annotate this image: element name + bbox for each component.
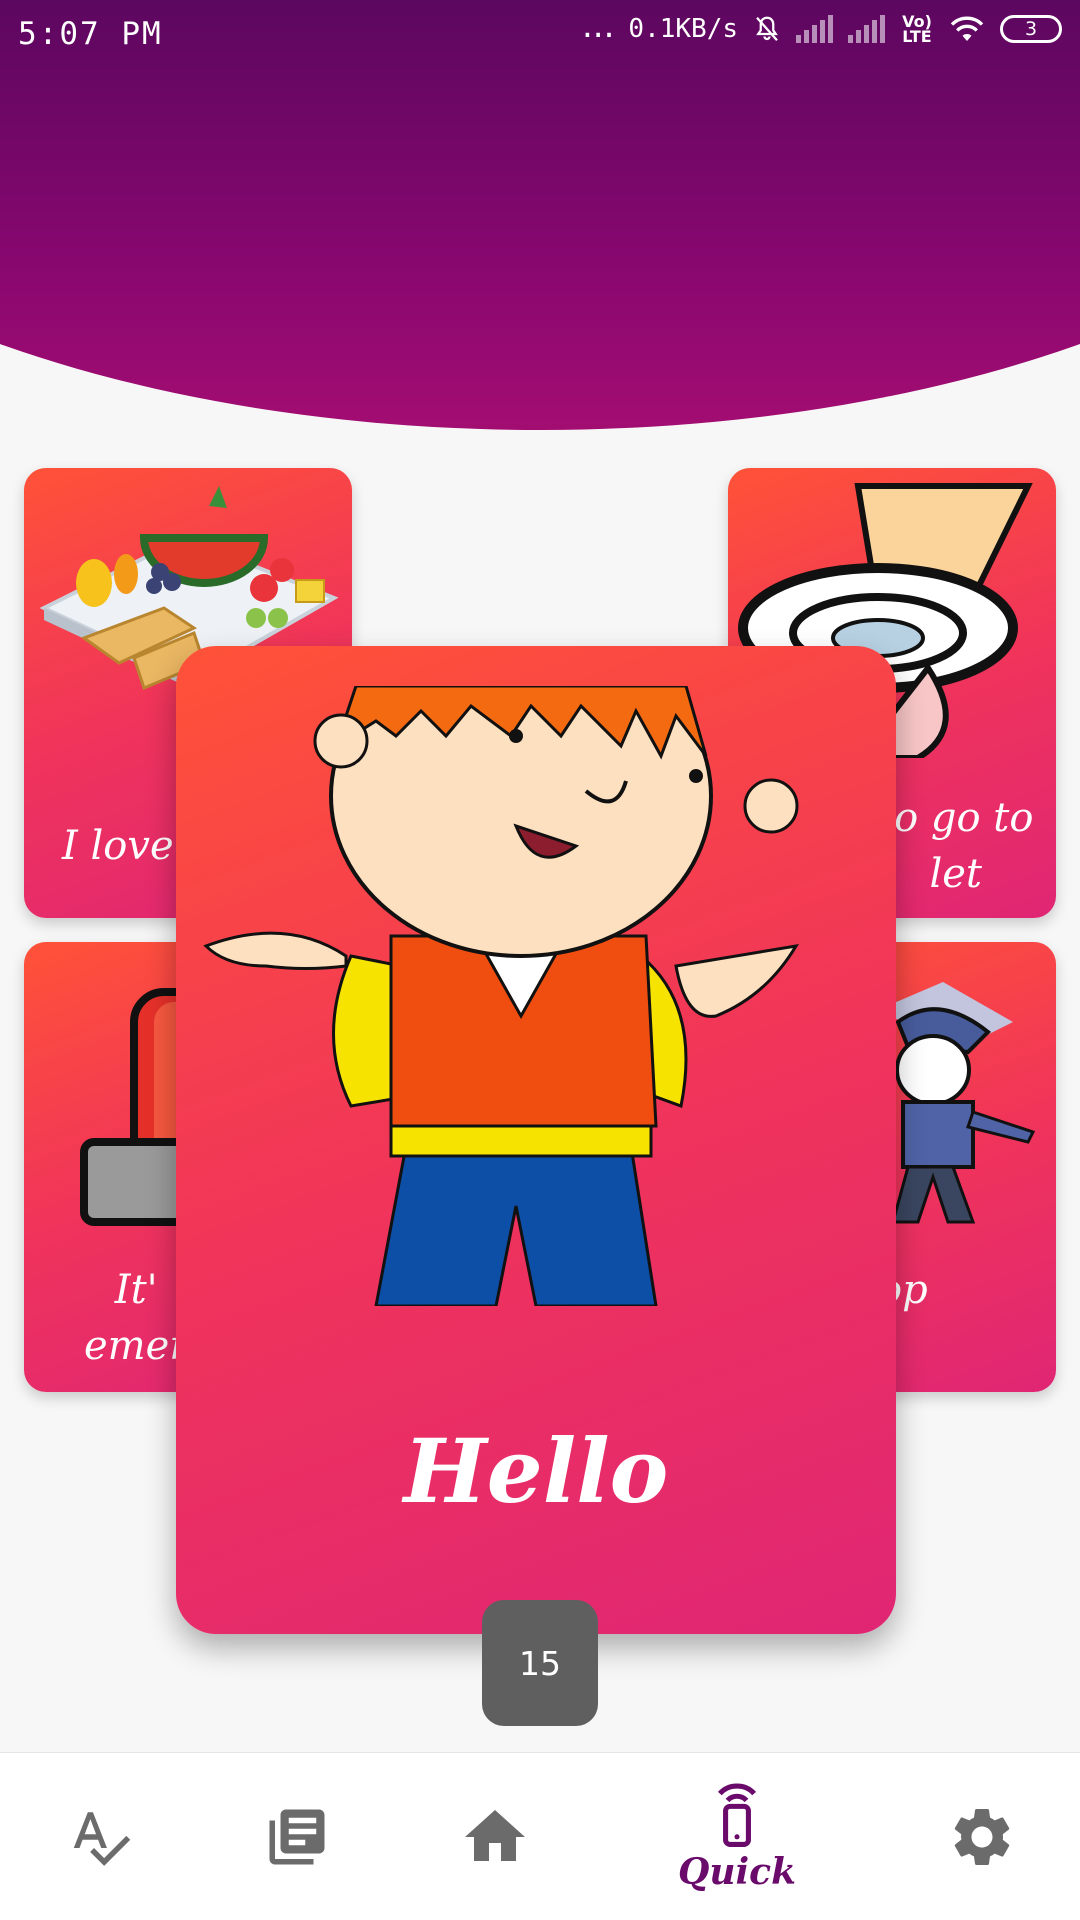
signal-1-icon bbox=[796, 15, 833, 43]
main-card-label: Hello bbox=[403, 1419, 669, 1523]
battery-icon: 3 bbox=[1000, 15, 1062, 43]
quick-remote-icon bbox=[717, 1783, 757, 1847]
nav-library[interactable] bbox=[217, 1753, 377, 1920]
more-icon: ... bbox=[581, 6, 615, 46]
nav-quick[interactable]: Quick bbox=[657, 1753, 817, 1920]
home-icon bbox=[465, 1810, 525, 1861]
volte-badge: Vo) LTE bbox=[902, 12, 932, 46]
card-label: to go to let bbox=[878, 795, 1034, 897]
nav-home[interactable] bbox=[415, 1753, 575, 1920]
bell-muted-icon bbox=[756, 16, 778, 41]
nav-quick-label: Quick bbox=[677, 1851, 797, 1893]
signal-2-icon bbox=[848, 15, 885, 43]
library-books-icon bbox=[269, 1809, 325, 1865]
boy-waving-image bbox=[203, 686, 799, 1306]
settings-icon bbox=[954, 1809, 1010, 1865]
network-speed: 0.1KB/s bbox=[628, 14, 738, 44]
main-card-hello[interactable]: Hello bbox=[176, 646, 896, 1634]
card-counter-value: 15 bbox=[519, 1643, 561, 1683]
nav-spellcheck[interactable] bbox=[20, 1753, 180, 1920]
status-time: 5:07 PM bbox=[18, 16, 163, 52]
nav-settings[interactable] bbox=[902, 1753, 1062, 1920]
wifi-icon bbox=[950, 16, 984, 41]
spellcheck-icon bbox=[73, 1812, 131, 1866]
status-bar: 5:07 PM ... 0.1KB/s Vo) LTE 3 bbox=[0, 0, 1080, 76]
battery-level: 3 bbox=[1024, 18, 1038, 40]
card-label: It' emer bbox=[84, 1267, 189, 1369]
card-counter-badge: 15 bbox=[482, 1600, 598, 1726]
bottom-navigation: Quick bbox=[0, 1752, 1080, 1920]
card-label: I love bbox=[62, 823, 174, 869]
